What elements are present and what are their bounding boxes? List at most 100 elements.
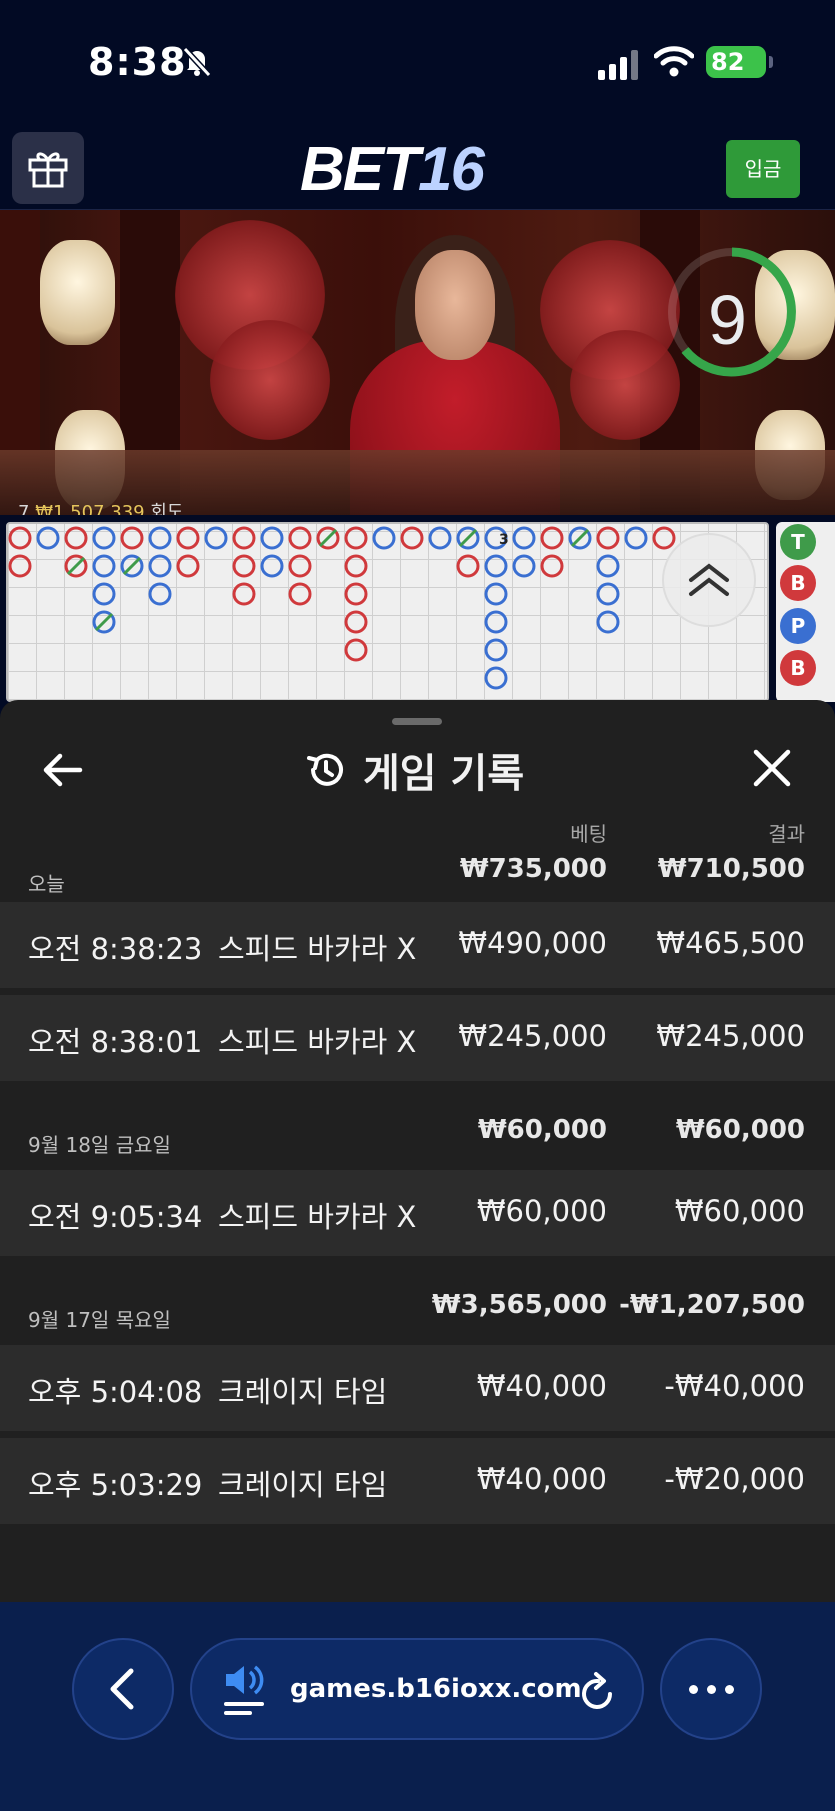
battery-level: 82 [711, 48, 745, 76]
road-player-mark [92, 554, 116, 578]
road-banker-mark [344, 610, 368, 634]
road-player-mark [92, 526, 116, 550]
blossom-decor [210, 320, 330, 440]
address-bar[interactable]: games.b16ioxx.com [190, 1638, 644, 1740]
road-player-mark [484, 554, 508, 578]
sheet-title: 게임 기록 [363, 751, 525, 797]
history-row[interactable]: 오전 9:05:34 스피드 바카라 X ₩60,000 ₩60,000 [0, 1170, 835, 1256]
row-bet: ₩245,000 [458, 1019, 607, 1053]
dot-icon [688, 1684, 698, 1694]
browser-back-button[interactable] [72, 1638, 174, 1740]
road-marker-label: 3 [499, 532, 509, 548]
road-player-mark [148, 582, 172, 606]
history-row[interactable]: 오후 5:04:08 크레이지 타임 ₩40,000 -₩40,000 [0, 1345, 835, 1431]
shoe-info: 7 ₩1,507,339 회도 [18, 498, 183, 515]
road-banker-mark [596, 526, 620, 550]
brand-logo: BET16 [300, 134, 485, 205]
road-banker-mark [540, 526, 564, 550]
more-button[interactable] [660, 1638, 762, 1740]
date-group-header: 9월 17일 목요일 ₩3,565,000 -₩1,207,500 [0, 1280, 835, 1338]
road-player-mark [428, 526, 452, 550]
road-player-mark [484, 666, 508, 690]
url-text: games.b16ioxx.com [290, 1674, 582, 1704]
wifi-icon [654, 46, 694, 77]
row-time: 오후 5:03:29 [28, 1468, 203, 1502]
row-game: 스피드 바카라 X [218, 932, 417, 966]
cellular-signal-icon [598, 50, 638, 80]
road-banker-mark [176, 554, 200, 578]
road-player-mark [36, 526, 60, 550]
road-player-mark [596, 610, 620, 634]
group-date: 오늘 [28, 872, 65, 896]
road-banker-mark [8, 526, 32, 550]
dot-icon [724, 1684, 734, 1694]
bead-banker: B [780, 565, 816, 601]
sheet-title-group: 게임 기록 [305, 740, 524, 800]
app-header: BET16 입금 [0, 120, 835, 210]
date-group-header: 9월 18일 금요일 ₩60,000 ₩60,000 [0, 1105, 835, 1163]
speaker-icon[interactable] [222, 1662, 272, 1718]
row-game: 크레이지 타임 [218, 1375, 388, 1409]
row-result: ₩245,000 [656, 1019, 805, 1053]
row-game: 스피드 바카라 X [218, 1200, 417, 1234]
arrow-left-icon[interactable] [40, 748, 84, 792]
group-date: 9월 17일 목요일 [28, 1308, 171, 1332]
road-tie-slash [458, 528, 478, 548]
road-banker-mark [232, 526, 256, 550]
road-player-mark [512, 526, 536, 550]
live-video[interactable]: 9 7 ₩1,507,339 회도 [0, 210, 835, 515]
road-player-mark [484, 638, 508, 662]
shoe-count: 7 [18, 502, 36, 515]
status-time: 8:38 [88, 40, 187, 84]
road-player-mark [260, 554, 284, 578]
close-icon[interactable] [752, 748, 792, 788]
dealer-face [415, 250, 495, 360]
row-result: -₩20,000 [664, 1462, 805, 1496]
group-bet-total: ₩3,565,000 [431, 1290, 607, 1320]
road-banker-mark [64, 526, 88, 550]
row-time: 오전 8:38:01 [28, 1025, 203, 1059]
road-banker-mark [456, 554, 480, 578]
history-row[interactable]: 오전 8:38:23 스피드 바카라 X ₩490,000 ₩465,500 [0, 902, 835, 988]
gift-button[interactable] [12, 132, 84, 204]
bead-tie: T [780, 524, 816, 560]
road-player-mark [260, 526, 284, 550]
chevron-left-icon [110, 1668, 134, 1710]
logo-text: BET [300, 135, 420, 204]
road-banker-mark [344, 638, 368, 662]
history-row[interactable]: 오전 8:38:01 스피드 바카라 X ₩245,000 ₩245,000 [0, 995, 835, 1081]
battery-indicator: 82 [706, 46, 773, 78]
history-row[interactable]: 오후 5:03:29 크레이지 타임 ₩40,000 -₩20,000 [0, 1438, 835, 1524]
expand-button[interactable] [662, 533, 756, 627]
row-time: 오후 5:04:08 [28, 1375, 203, 1409]
row-bet: ₩40,000 [476, 1369, 607, 1403]
deposit-button[interactable]: 입금 [726, 140, 800, 198]
lantern-decor [40, 240, 115, 345]
road-tie-slash [94, 612, 114, 632]
road-banker-mark [232, 554, 256, 578]
road-player-mark [596, 582, 620, 606]
sheet-handle[interactable] [392, 718, 442, 725]
status-bar: 8:38 82 [0, 0, 835, 120]
road-tie-slash [570, 528, 590, 548]
column-header-result: 결과 [768, 822, 805, 846]
column-header-bet: 베팅 [570, 822, 607, 846]
group-bet-total: ₩735,000 [459, 854, 607, 884]
road-tie-slash [318, 528, 338, 548]
bead-player: P [780, 608, 816, 644]
road-player-mark [148, 554, 172, 578]
row-result: ₩465,500 [656, 926, 805, 960]
countdown-number: 9 [708, 281, 747, 359]
reload-icon[interactable] [578, 1670, 618, 1714]
row-bet: ₩60,000 [476, 1194, 607, 1228]
road-banker-mark [288, 526, 312, 550]
road-banker-mark [288, 554, 312, 578]
history-icon [307, 753, 343, 786]
road-banker-mark [8, 554, 32, 578]
road-banker-mark [344, 582, 368, 606]
chevron-double-up-icon [689, 563, 729, 596]
row-bet: ₩490,000 [458, 926, 607, 960]
browser-toolbar: games.b16ioxx.com [0, 1602, 835, 1811]
row-game: 크레이지 타임 [218, 1468, 388, 1502]
row-result: -₩40,000 [664, 1369, 805, 1403]
